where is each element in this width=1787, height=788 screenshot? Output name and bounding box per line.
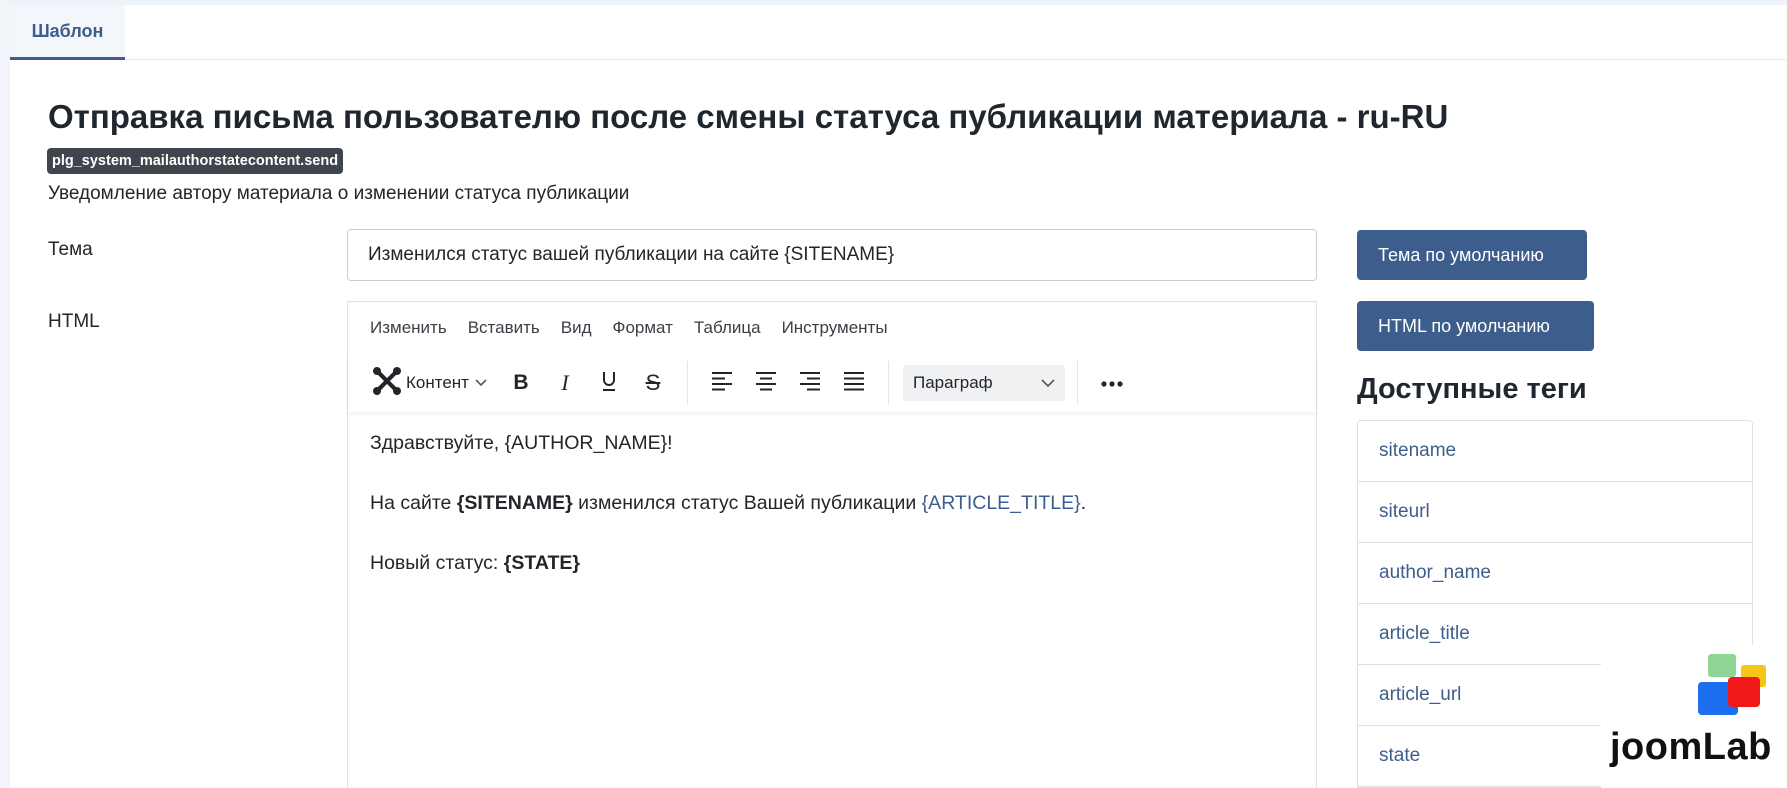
align-justify-button[interactable] <box>835 365 873 401</box>
align-left-icon <box>711 371 733 396</box>
editor-line-state: Новый статус: {STATE} <box>370 548 1296 578</box>
underline-icon <box>600 370 618 397</box>
align-right-button[interactable] <box>791 365 829 401</box>
menu-edit[interactable]: Изменить <box>370 318 447 338</box>
content-dropdown[interactable]: Контент <box>368 365 491 401</box>
tag-author-name[interactable]: author_name <box>1358 543 1752 604</box>
chevron-down-icon <box>475 374 487 392</box>
available-tags-title: Доступные теги <box>1357 373 1587 405</box>
menu-view[interactable]: Вид <box>561 318 592 338</box>
paragraph-select-label: Параграф <box>912 373 993 392</box>
bold-button[interactable]: B <box>502 365 540 401</box>
editor-toolbar: Контент B I S Параграф <box>348 354 1316 412</box>
italic-button[interactable]: I <box>546 365 584 401</box>
logo-text: joomLab <box>1610 726 1772 768</box>
toolbar-separator <box>1076 361 1078 405</box>
page-title: Отправка письма пользователю после смены… <box>48 98 1449 135</box>
strikethrough-icon: S <box>645 370 661 395</box>
sitename-placeholder: {SITENAME} <box>456 492 573 514</box>
tab-bar: Шаблон <box>10 5 1787 60</box>
align-center-button[interactable] <box>747 365 785 401</box>
html-label: HTML <box>48 311 100 332</box>
state-text-pre: Новый статус: <box>370 552 504 574</box>
article-title-link[interactable]: {ARTICLE_TITLE} <box>922 492 1081 514</box>
subject-label: Тема <box>48 239 93 260</box>
logo-squares-icon <box>1698 654 1766 715</box>
more-icon <box>1101 374 1123 392</box>
tag-siteurl[interactable]: siteurl <box>1358 482 1752 543</box>
paragraph-select[interactable]: Параграф <box>902 365 1065 401</box>
editor-line-greeting: Здравствуйте, {AUTHOR_NAME}! <box>370 428 1296 458</box>
status-text-end: . <box>1080 492 1087 514</box>
tab-template[interactable]: Шаблон <box>10 5 125 60</box>
subject-input[interactable] <box>347 229 1317 281</box>
underline-button[interactable] <box>590 365 628 401</box>
toolbar-separator <box>887 361 889 405</box>
editor-content[interactable]: Здравствуйте, {AUTHOR_NAME}! На сайте {S… <box>370 428 1296 608</box>
align-left-button[interactable] <box>703 365 741 401</box>
left-strip <box>0 0 10 788</box>
strikethrough-button[interactable]: S <box>634 365 672 401</box>
bold-icon: B <box>513 371 529 394</box>
default-subject-button[interactable]: Тема по умолчанию <box>1357 230 1587 280</box>
page-description: Уведомление автору материала о изменении… <box>48 183 630 204</box>
menu-table[interactable]: Таблица <box>694 318 761 338</box>
joomla-icon <box>372 366 402 401</box>
align-justify-icon <box>843 371 865 396</box>
greeting-text: Здравствуйте, {AUTHOR_NAME}! <box>370 432 673 454</box>
align-center-icon <box>755 371 777 396</box>
italic-icon: I <box>561 370 569 395</box>
tag-sitename[interactable]: sitename <box>1358 421 1752 482</box>
menu-tools[interactable]: Инструменты <box>782 318 888 338</box>
menu-insert[interactable]: Вставить <box>468 318 540 338</box>
content-dropdown-label: Контент <box>406 373 469 392</box>
editor-line-status: На сайте {SITENAME} изменился статус Ваш… <box>370 488 1296 518</box>
chevron-down-icon <box>1041 373 1055 393</box>
status-text-mid: изменился статус Вашей публикации <box>572 492 922 514</box>
html-editor: Изменить Вставить Вид Формат Таблица Инс… <box>347 301 1317 788</box>
more-button[interactable] <box>1090 365 1134 401</box>
editor-menubar: Изменить Вставить Вид Формат Таблица Инс… <box>348 302 1316 354</box>
state-placeholder: {STATE} <box>503 552 580 574</box>
status-text-pre: На сайте <box>370 492 457 514</box>
align-right-icon <box>799 371 821 396</box>
menu-format[interactable]: Формат <box>613 318 673 338</box>
toolbar-separator <box>686 361 688 405</box>
default-html-button[interactable]: HTML по умолчанию <box>1357 301 1594 351</box>
template-code-badge: plg_system_mailauthorstatecontent.send <box>47 148 344 174</box>
